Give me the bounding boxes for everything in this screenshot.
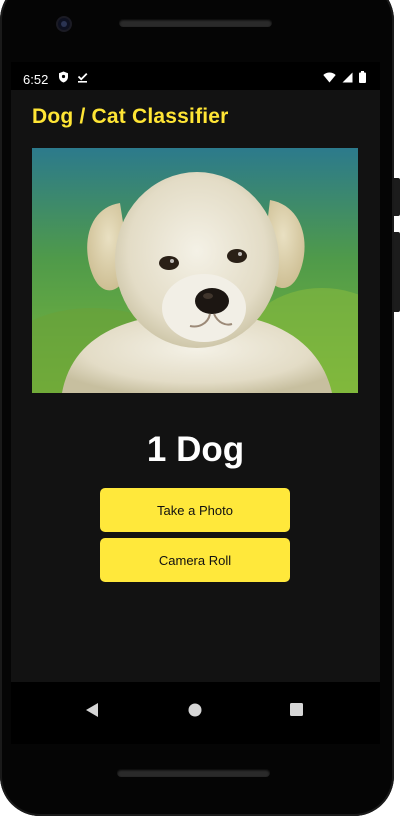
- wifi-icon: [323, 71, 336, 86]
- power-button: [394, 232, 400, 312]
- top-speaker: [119, 19, 272, 27]
- status-bar: 6:52: [11, 62, 380, 90]
- app-content: Dog / Cat Classifier 1 Dog Take a Photo …: [11, 90, 380, 682]
- classification-result: 1 Dog: [146, 430, 245, 469]
- status-right-icons: [323, 71, 366, 86]
- status-time: 6:52: [23, 72, 49, 87]
- volume-button: [394, 178, 400, 216]
- device-frame: 6:52 Dog / Cat Classifier 1 Dog Take a P…: [0, 0, 400, 824]
- navigation-bar: [11, 682, 380, 744]
- download-done-icon: [77, 71, 88, 86]
- bottom-speaker: [117, 769, 270, 777]
- classified-photo: [32, 148, 358, 393]
- front-camera: [58, 18, 70, 30]
- take-photo-button[interactable]: Take a Photo: [100, 488, 290, 532]
- cell-signal-icon: [342, 71, 353, 86]
- app-title: Dog / Cat Classifier: [32, 105, 229, 128]
- puppy-photo: [32, 148, 358, 393]
- status-left-icons: [58, 71, 88, 86]
- screen: 6:52 Dog / Cat Classifier 1 Dog Take a P…: [11, 62, 380, 744]
- recents-icon[interactable]: [290, 703, 303, 721]
- camera-roll-button[interactable]: Camera Roll: [100, 538, 290, 582]
- shield-icon: [58, 71, 69, 86]
- back-icon[interactable]: [85, 702, 99, 723]
- home-icon[interactable]: [188, 703, 202, 722]
- battery-icon: [359, 71, 366, 86]
